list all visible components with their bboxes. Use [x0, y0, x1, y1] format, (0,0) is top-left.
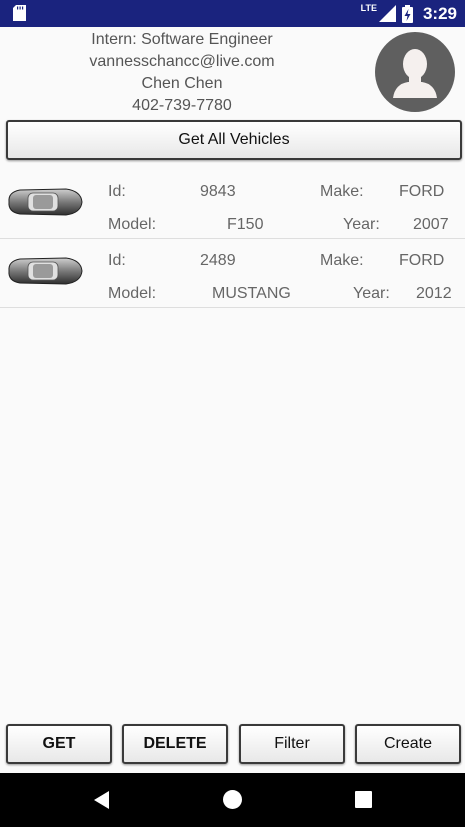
signal-icon	[378, 5, 396, 22]
profile-header: Intern: Software Engineer vannesschancc@…	[0, 27, 465, 119]
delete-button[interactable]: DELETE	[122, 724, 228, 764]
network-type-label: LTE	[360, 2, 377, 13]
status-bar: LTE 3:29	[0, 0, 465, 27]
make-label: Make:	[320, 252, 364, 269]
id-value: 2489	[200, 252, 236, 269]
model-value: MUSTANG	[212, 285, 291, 302]
home-icon[interactable]	[223, 790, 242, 809]
person-avatar-icon	[393, 49, 437, 98]
get-button[interactable]: GET	[6, 724, 112, 764]
vehicle-row[interactable]: Id: 9843 Make: FORD Model: F150 Year: 20…	[0, 170, 465, 239]
make-label: Make:	[320, 183, 364, 200]
filter-button[interactable]: Filter	[239, 724, 345, 764]
vehicle-list: Id: 9843 Make: FORD Model: F150 Year: 20…	[0, 170, 465, 308]
profile-info: Intern: Software Engineer vannesschancc@…	[40, 29, 324, 117]
phone-text: 402-739-7780	[132, 97, 232, 114]
make-value: FORD	[399, 252, 445, 269]
car-icon	[8, 257, 83, 285]
id-value: 9843	[200, 183, 236, 200]
id-label: Id:	[108, 183, 126, 200]
model-label: Model:	[108, 285, 157, 302]
year-label: Year:	[353, 285, 390, 302]
avatar	[375, 32, 455, 112]
sd-card-icon	[13, 5, 26, 21]
person-name: Chen Chen	[141, 75, 223, 92]
vehicle-row[interactable]: Id: 2489 Make: FORD Model: MUSTANG Year:…	[0, 239, 465, 308]
year-value: 2012	[416, 285, 452, 302]
car-icon	[8, 188, 83, 216]
job-title: Intern: Software Engineer	[91, 31, 273, 48]
make-value: FORD	[399, 183, 445, 200]
model-value: F150	[227, 216, 264, 233]
model-label: Model:	[108, 216, 157, 233]
year-label: Year:	[343, 216, 380, 233]
back-icon[interactable]	[92, 790, 112, 810]
email-text: vannesschancc@live.com	[89, 53, 275, 70]
recents-icon[interactable]	[355, 791, 372, 808]
id-label: Id:	[108, 252, 126, 269]
clock: 3:29	[422, 3, 457, 23]
battery-charging-icon	[401, 4, 413, 23]
get-all-vehicles-button[interactable]: Get All Vehicles	[6, 120, 462, 160]
navigation-bar	[0, 773, 465, 827]
create-button[interactable]: Create	[355, 724, 461, 764]
year-value: 2007	[413, 216, 449, 233]
